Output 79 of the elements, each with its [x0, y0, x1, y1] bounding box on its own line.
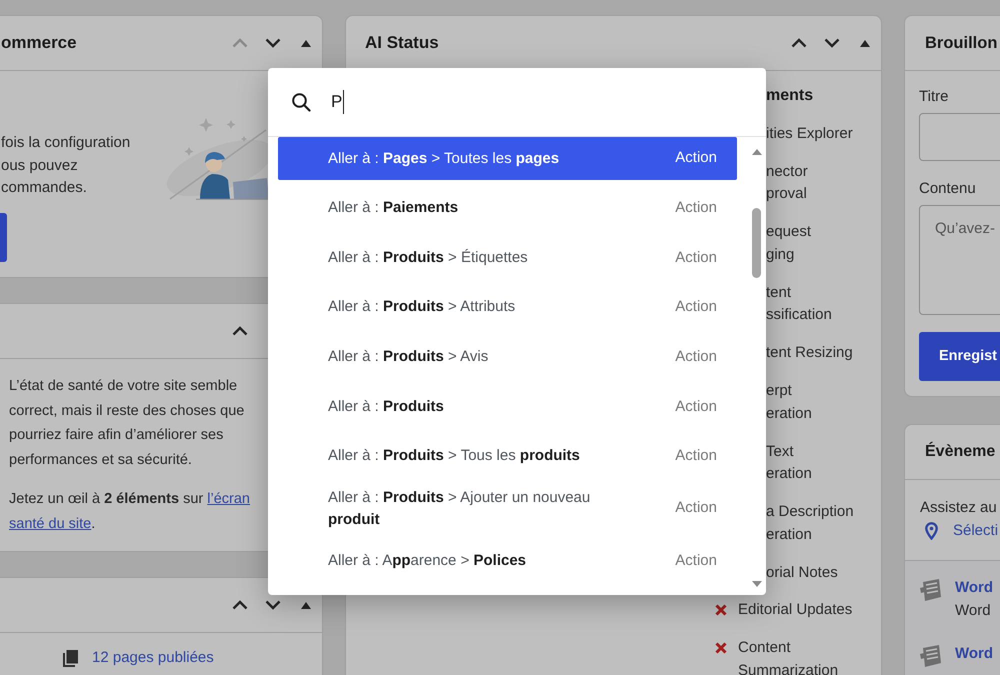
capability-name: erpt eration — [766, 381, 813, 424]
text-cursor — [343, 90, 344, 114]
save-draft-button[interactable]: Enregist — [919, 332, 1000, 381]
capability-name: ities Explorer — [766, 124, 854, 144]
triangle-up-icon — [300, 602, 310, 608]
capability-name: Text eration — [766, 442, 813, 484]
intro-text: fois la configuration ous pouvez commandes. — [1, 133, 130, 198]
command-option[interactable]: Aller à : Produits > Attributs Action — [278, 286, 737, 329]
command-option[interactable]: Aller à : Produits Action — [278, 385, 737, 428]
capability-name: equest ging — [766, 222, 812, 265]
option-type: Action — [675, 346, 717, 367]
capability-name: Content Summarization — [738, 638, 838, 675]
scrollbar-thumb[interactable] — [752, 208, 761, 278]
health-message: L’état de santé de votre site semble correct, mais il reste des choses que pourriez faire afin d’améliorer ses performances et sa sécurité. — [9, 377, 246, 470]
triangle-up-icon — [300, 40, 310, 46]
option-label: Aller à : Produits > Avis — [328, 347, 488, 368]
option-label: Aller à : Paiements — [328, 198, 458, 218]
badge-icon — [920, 578, 942, 602]
search-field[interactable]: P — [331, 80, 731, 124]
location-link[interactable]: Sélecti — [953, 519, 998, 542]
capability-name: orial Notes — [766, 562, 839, 583]
content-textarea[interactable]: Qu’avez- — [919, 205, 1000, 315]
badge-icon — [920, 644, 942, 668]
cross-icon — [715, 604, 727, 616]
option-type: Action — [675, 148, 717, 168]
chevron-up-icon — [232, 326, 248, 336]
option-type: Action — [675, 446, 717, 466]
search-icon — [291, 92, 311, 112]
command-option[interactable]: Aller à : Apparence > Polices Action — [278, 539, 737, 582]
chevron-down-icon — [264, 600, 280, 610]
chevron-down-icon — [824, 38, 840, 48]
command-option[interactable]: Aller à : Produits > Ajouter un nouveau produit Action — [278, 484, 737, 533]
option-type: Action — [675, 297, 717, 318]
command-option[interactable]: Aller à : Produits > Avis Action — [278, 336, 737, 379]
chevron-up-icon — [790, 38, 806, 48]
triangle-up-icon — [860, 40, 870, 46]
option-label: Aller à : Produits > Attributs — [328, 297, 516, 318]
event-link[interactable]: Word — [955, 642, 994, 665]
option-type: Action — [675, 498, 717, 518]
chevron-up-icon — [232, 38, 248, 48]
event-subtitle: Word — [955, 601, 992, 621]
capability-name: tent ssification — [766, 282, 833, 326]
chevron-down-icon — [264, 38, 280, 48]
capability-name: tent Resizing — [766, 343, 854, 364]
panel-title: AI Status — [365, 32, 439, 54]
cross-icon — [715, 642, 727, 654]
section-heading: ments — [766, 86, 814, 106]
command-option[interactable]: Aller à : Pages > Toutes les pages Action — [278, 137, 737, 180]
scroll-up-arrow-icon[interactable] — [752, 149, 762, 155]
capability-name: a Description eration — [766, 502, 855, 545]
option-label: Aller à : Apparence > Polices — [328, 550, 526, 571]
option-label: Aller à : Pages > Toutes les pages — [328, 148, 560, 168]
command-option[interactable]: Aller à : Paiements Action — [278, 186, 737, 230]
event-link[interactable]: Word — [955, 576, 994, 599]
location-pin-icon — [925, 522, 938, 540]
capability-name: nector proval — [766, 162, 809, 204]
option-type: Action — [675, 248, 717, 268]
option-type: Action — [675, 550, 717, 570]
panel-title: ommerce — [1, 32, 77, 54]
field-label: Contenu — [919, 179, 976, 199]
option-type: Action — [675, 396, 717, 417]
command-option[interactable]: Aller à : Produits > Tous les produits Action — [278, 434, 737, 478]
scroll-down-arrow-icon[interactable] — [752, 581, 762, 587]
events-intro: Assistez au — [919, 498, 998, 518]
pages-count-link[interactable]: 12 pages publiées — [92, 647, 214, 669]
site-health-link[interactable]: santé du site — [9, 516, 92, 532]
pages-icon — [63, 650, 78, 667]
panel-title: Brouillon — [925, 32, 998, 54]
panel-title: Évèneme — [925, 440, 996, 462]
capability-name: Editorial Updates — [738, 600, 852, 620]
option-label: Aller à : Produits — [328, 396, 444, 417]
option-label: Aller à : Produits > Tous les produits — [328, 446, 580, 466]
site-health-link[interactable]: l’écran — [207, 491, 250, 507]
option-label: Aller à : Produits > Étiquettes — [328, 248, 528, 268]
option-type: Action — [675, 198, 717, 218]
field-label: Titre — [919, 87, 948, 107]
command-option[interactable]: Aller à : Produits > Étiquettes Action — [278, 236, 737, 280]
chevron-up-icon — [232, 600, 248, 610]
option-label: Aller à : Produits > Ajouter un nouveau produit — [328, 488, 592, 530]
